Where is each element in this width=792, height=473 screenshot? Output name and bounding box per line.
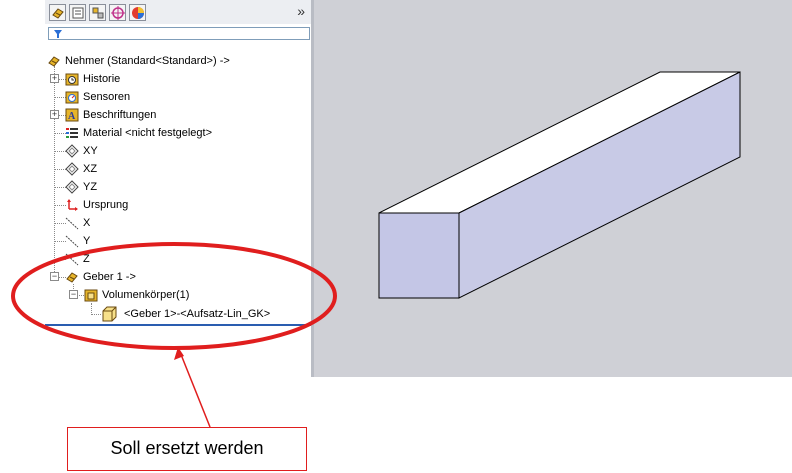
callout-text: Soll ersetzt werden bbox=[110, 438, 264, 458]
highlight-ellipse bbox=[11, 242, 337, 350]
annotation-overlay bbox=[11, 242, 337, 428]
callout-arrow-line bbox=[179, 351, 211, 428]
annotation-callout: Soll ersetzt werden bbox=[67, 427, 307, 471]
